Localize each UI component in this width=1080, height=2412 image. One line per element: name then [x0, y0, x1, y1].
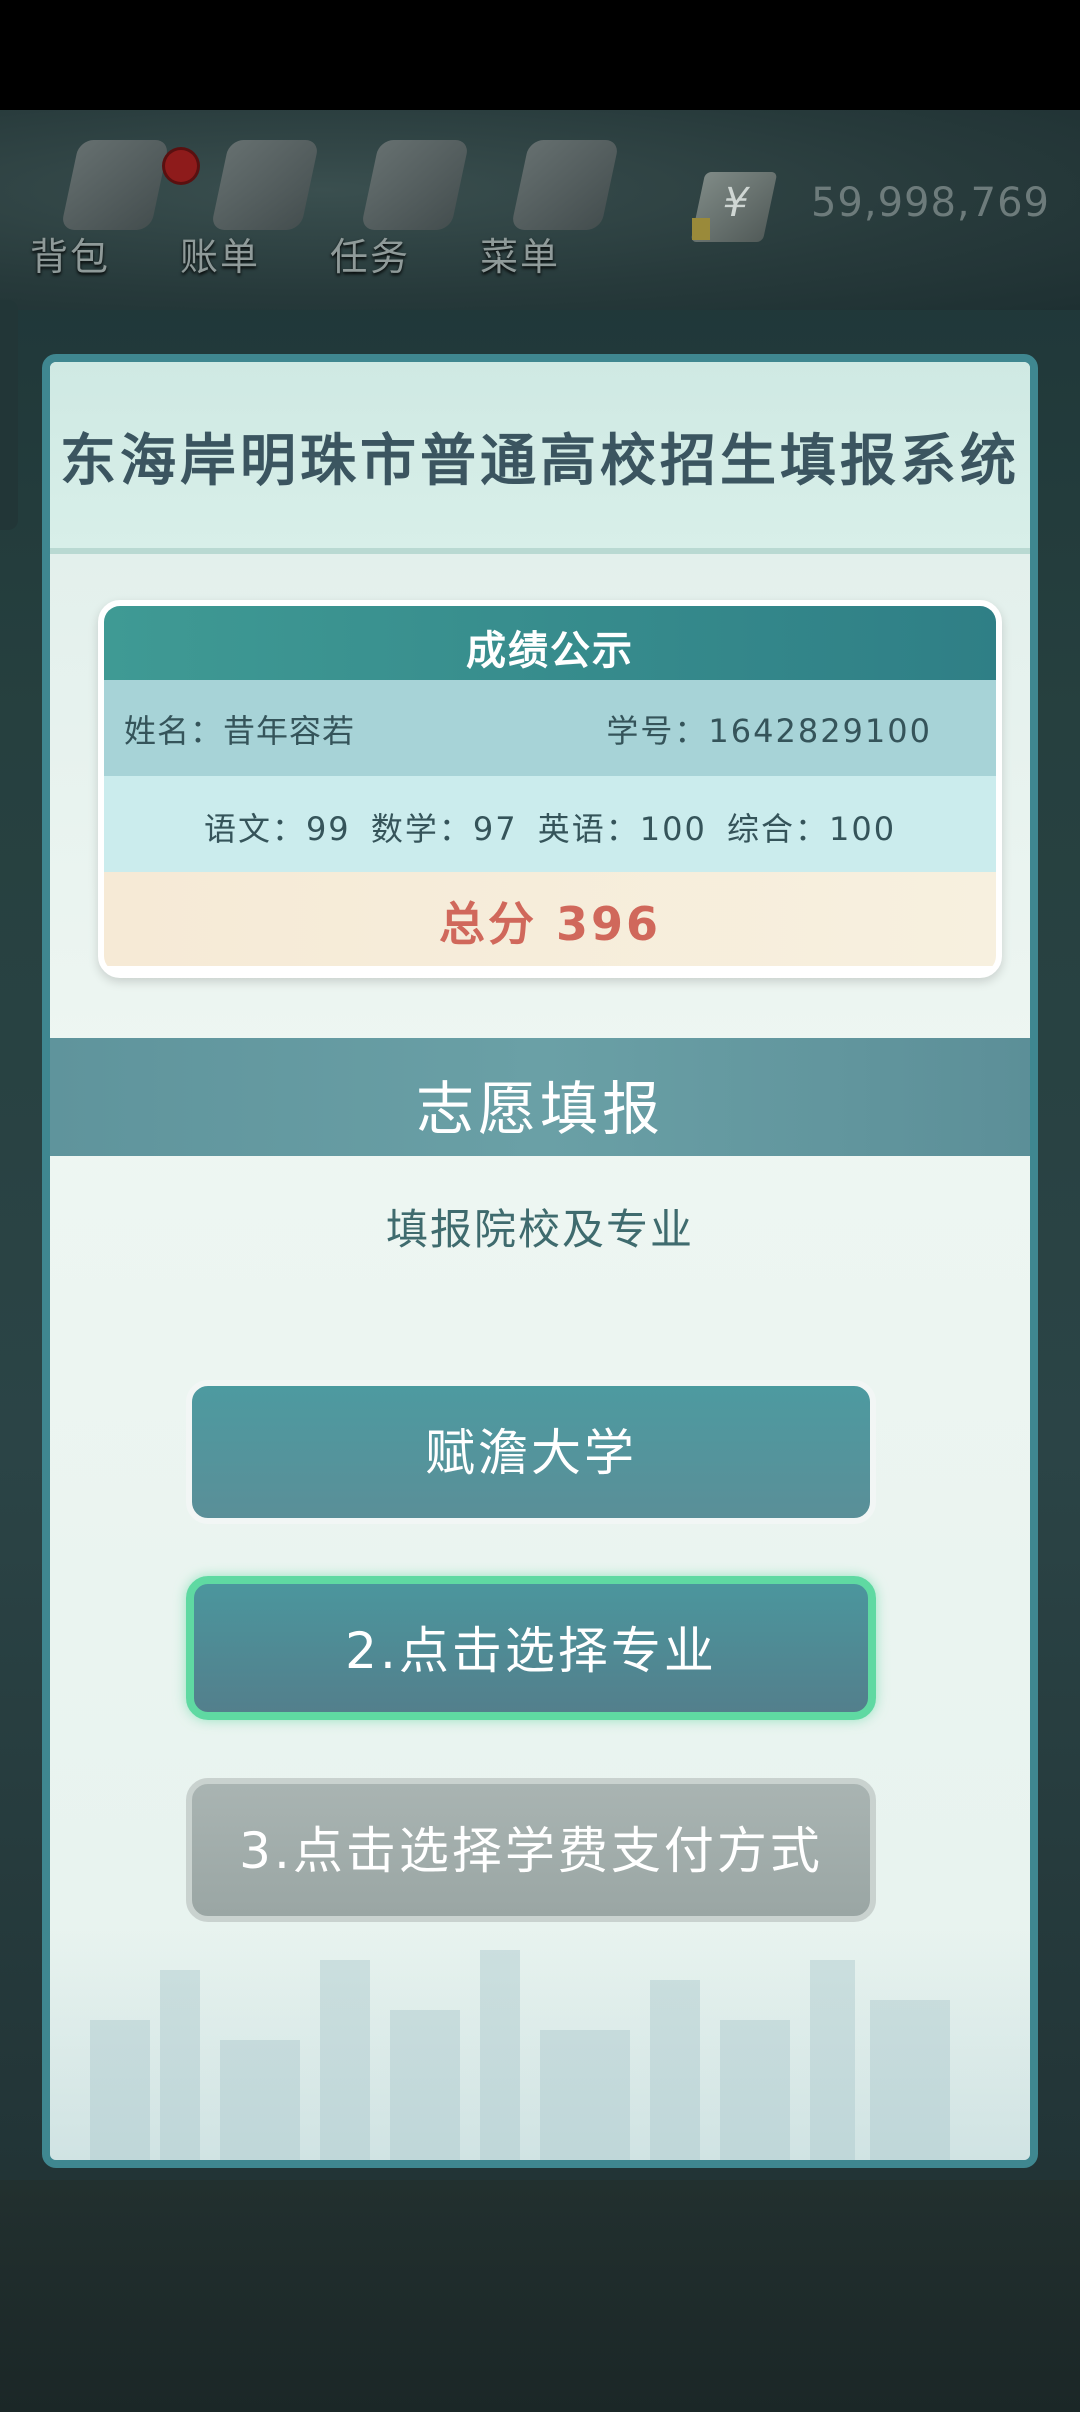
panel-header: 东海岸明珠市普通高校招生填报系统	[50, 362, 1030, 554]
backpack-label: 背包	[30, 235, 111, 279]
menu-label: 菜单	[480, 235, 561, 279]
volunteer-subheading: 填报院校及专业	[385, 1205, 694, 1254]
student-name: 姓名：昔年容若	[124, 712, 356, 750]
backpack-button[interactable]: 背包	[30, 130, 197, 290]
select-fee-button[interactable]: 3.点击选择学费支付方式	[186, 1778, 876, 1922]
menu-icon	[510, 140, 620, 230]
money-value: 59,998,769	[810, 180, 1050, 226]
total-score: 总分 396	[438, 897, 662, 951]
subject-scores-row: 语文：99 数学：97 英语：100 综合：100	[104, 776, 996, 872]
student-id: 学号：1642829100	[606, 712, 932, 750]
task-button[interactable]: 任务	[330, 130, 470, 290]
panel-title: 东海岸明珠市普通高校招生填报系统	[60, 429, 1020, 494]
select-major-button[interactable]: 2.点击选择专业	[186, 1576, 876, 1720]
admission-panel: 东海岸明珠市普通高校招生填报系统 成绩公示 姓名：昔年容若 学号：1642829…	[42, 354, 1038, 2168]
money-display: ¥ 59,998,769	[690, 172, 1058, 242]
score-card-header: 成绩公示	[104, 606, 996, 680]
status-bar	[0, 0, 1080, 110]
university-button[interactable]: 赋澹大学	[186, 1380, 876, 1524]
university-button-label: 赋澹大学	[425, 1424, 637, 1482]
select-major-label: 2.点击选择专业	[345, 1622, 717, 1680]
background-bottom	[0, 2180, 1080, 2412]
menu-button[interactable]: 菜单	[480, 130, 620, 290]
subject-scores: 语文：99 数学：97 英语：100 综合：100	[203, 810, 897, 848]
volunteer-heading: 志愿填报	[415, 1075, 664, 1143]
volunteer-heading-band: 志愿填报	[50, 1038, 1030, 1156]
gold-bar	[692, 218, 710, 240]
total-score-row: 总分 396	[104, 872, 996, 966]
side-tab[interactable]	[0, 300, 18, 530]
bill-button[interactable]: 账单	[180, 130, 320, 290]
select-fee-label: 3.点击选择学费支付方式	[239, 1822, 823, 1880]
bill-icon	[210, 140, 320, 230]
task-label: 任务	[330, 235, 411, 279]
city-skyline	[50, 1930, 1030, 2160]
task-icon	[360, 140, 470, 230]
bill-label: 账单	[180, 235, 261, 279]
backpack-icon	[60, 140, 170, 230]
student-info-row: 姓名：昔年容若 学号：1642829100	[104, 680, 996, 776]
top-hud: 背包 账单 任务 菜单 ¥ 59,998,769	[0, 110, 1080, 310]
score-card: 成绩公示 姓名：昔年容若 学号：1642829100 语文：99 数学：97 英…	[98, 600, 1002, 978]
